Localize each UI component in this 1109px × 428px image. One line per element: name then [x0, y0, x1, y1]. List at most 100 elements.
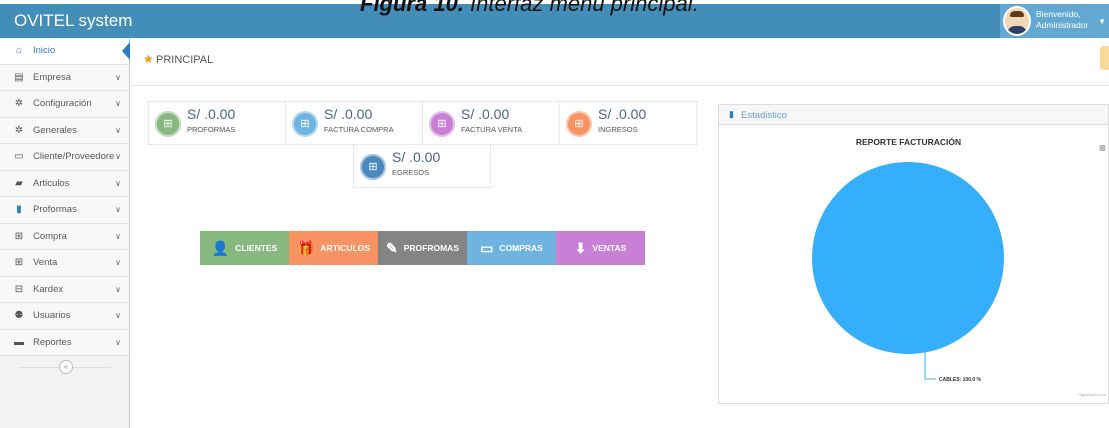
infobox-value: S/ .0.00	[187, 106, 236, 122]
gift-icon: 🎁	[296, 239, 315, 256]
chevron-down-icon: ∨	[115, 231, 121, 241]
cart-icon: ⊞	[566, 111, 592, 137]
infobox-ingresos: ⊞ S/ .0.00 INGRESOS	[559, 101, 697, 145]
gear-icon: ✲	[14, 98, 24, 110]
infobox-label: PROFORMAS	[187, 125, 236, 134]
button-label: PROFROMAS	[403, 243, 459, 253]
chevron-down-icon: ∨	[115, 311, 121, 321]
avatar	[1003, 6, 1031, 36]
file-icon: ▮	[16, 204, 22, 216]
sidebar-item-label: Generales	[33, 124, 77, 136]
cart-icon: ⊞	[360, 154, 386, 180]
sidebar-item-cliente-proveedore[interactable]: ▭ Cliente/Proveedore ∨	[0, 144, 129, 171]
sidebar-item-configuraci-n[interactable]: ✲ Configuración ∨	[0, 91, 129, 118]
collapse-icon[interactable]: «	[59, 360, 73, 374]
sidebar-item-compra[interactable]: ⊞ Compra ∨	[0, 223, 129, 250]
ventas-button[interactable]: ⬇ VENTAS	[556, 231, 645, 265]
star-icon: ★	[143, 52, 154, 66]
sidebar-item-venta[interactable]: ⊞ Venta ∨	[0, 250, 129, 277]
sidebar-item-label: Articulos	[33, 177, 70, 189]
sidebar-item-articulos[interactable]: ▰ Articulos ∨	[0, 170, 129, 197]
infobox-label: FACTURA COMPRA	[324, 125, 394, 134]
sidebar: ⌂ Inicio ▤ Empresa ∨ ✲ Configuración ∨ ✲ Generale…	[0, 38, 130, 428]
settings-toggle-button[interactable]	[1100, 46, 1109, 70]
chevron-down-icon: ∨	[115, 125, 121, 135]
chevron-down-icon: ∨	[115, 337, 121, 347]
infobox-value: S/ .0.00	[461, 106, 510, 122]
sidebar-item-label: Kardex	[33, 283, 64, 295]
user-icon: 👤	[211, 239, 230, 256]
sidebar-item-reportes[interactable]: ▬ Reportes ∨	[0, 329, 129, 356]
page-title: PRINCIPAL	[156, 54, 214, 66]
sidebar-item-label: Reportes	[33, 336, 72, 348]
sidebar-item-usuarios[interactable]: ⚉ Usuarios ∨	[0, 303, 129, 330]
sidebar-item-label: Compra	[33, 230, 67, 242]
desktop-icon: ▭	[14, 151, 24, 163]
cart-icon: ⊞	[429, 111, 455, 137]
cart-icon: ⊞	[14, 230, 24, 242]
sidebar-collapse: «	[0, 356, 129, 378]
sidebar-item-label: Usuarios	[33, 310, 71, 322]
sidebar-item-label: Cliente/Proveedore	[33, 151, 115, 163]
infobox-factura-venta: ⊞ S/ .0.00 FACTURA VENTA	[422, 101, 560, 145]
compras-button[interactable]: ▭ COMPRAS	[467, 231, 556, 265]
articulos-button[interactable]: 🎁 ARTICULOS	[289, 231, 378, 265]
sidebar-item-label: Venta	[33, 257, 58, 269]
button-label: VENTAS	[592, 243, 627, 253]
stats-widget: ▮ Estadistico REPORTE FACTURACIÓN ≡ CABL…	[718, 104, 1109, 404]
button-label: CLIENTES	[235, 243, 278, 253]
infobox-value: S/ .0.00	[324, 106, 373, 122]
infobox-factura-compra: ⊞ S/ .0.00 FACTURA COMPRA	[285, 101, 423, 145]
infobox-label: EGRESOS	[392, 168, 430, 177]
infobox-label: INGRESOS	[598, 125, 638, 134]
caret-down-icon: ▼	[1098, 17, 1106, 26]
sidebar-item-generales[interactable]: ✲ Generales ∨	[0, 117, 129, 144]
pie-data-label: CABLES: 100.0 %	[939, 377, 982, 383]
chevron-down-icon: ∨	[115, 72, 121, 82]
infobox-value: S/ .0.00	[598, 106, 647, 122]
cart-icon: ⊞	[155, 111, 181, 137]
welcome-text: Bienvenido, Administrador	[1036, 9, 1089, 30]
cogs-icon: ✲	[14, 124, 24, 136]
brand-title[interactable]: OVITEL system	[14, 11, 132, 31]
sidebar-item-label: Empresa	[33, 71, 72, 83]
chevron-down-icon: ∨	[115, 152, 121, 162]
inbox-icon: ▬	[14, 336, 24, 348]
tags-icon: ⊟	[14, 283, 24, 295]
sidebar-item-label: Configuración	[33, 98, 92, 110]
sidebar-item-empresa[interactable]: ▤ Empresa ∨	[0, 64, 129, 91]
download-icon: ⬇	[574, 239, 587, 256]
users-icon: ⚉	[14, 310, 24, 322]
infobox-egresos: ⊞ S/ .0.00 EGRESOS	[353, 144, 491, 188]
figure-caption: Figura 10. Interfaz menú principal.	[360, 0, 699, 16]
chevron-down-icon: ∨	[115, 99, 121, 109]
chevron-down-icon: ∨	[115, 178, 121, 188]
home-icon: ⌂	[15, 45, 23, 57]
infobox-value: S/ .0.00	[392, 149, 441, 165]
pie-slice[interactable]	[812, 162, 1004, 354]
button-label: ARTICULOS	[320, 243, 371, 253]
button-label: COMPRAS	[499, 243, 543, 253]
book-icon: ▰	[15, 177, 23, 189]
shortcut-buttons: 👤 CLIENTES 🎁 ARTICULOS ✎ PROFROMAS ▭ COMPRAS ⬇ VE…	[200, 231, 645, 265]
profromas-button[interactable]: ✎ PROFROMAS	[378, 231, 467, 265]
credit-card-icon: ▭	[480, 239, 494, 256]
clientes-button[interactable]: 👤 CLIENTES	[200, 231, 289, 265]
sidebar-item-label: Inicio	[33, 45, 56, 57]
cart-icon: ⊞	[14, 257, 24, 269]
data-label-connector	[924, 352, 936, 380]
sidebar-item-inicio[interactable]: ⌂ Inicio	[0, 38, 130, 65]
sidebar-item-proformas[interactable]: ▮ Proformas ∨	[0, 197, 129, 224]
chevron-down-icon: ∨	[115, 284, 121, 294]
infobox-proformas: ⊞ S/ .0.00 PROFORMAS	[148, 101, 286, 145]
chevron-down-icon: ∨	[115, 258, 121, 268]
chart-credit[interactable]: Highcharts.com	[1078, 392, 1106, 397]
sidebar-item-kardex[interactable]: ⊟ Kardex ∨	[0, 276, 129, 303]
chevron-down-icon: ∨	[115, 205, 121, 215]
infobox-label: FACTURA VENTA	[461, 125, 523, 134]
sidebar-item-label: Proformas	[33, 204, 77, 216]
user-menu[interactable]: Bienvenido, Administrador ▼	[1000, 4, 1109, 38]
pie-chart: CABLES: 100.0 %	[812, 162, 1004, 383]
breadcrumb: ★ PRINCIPAL	[131, 38, 1109, 86]
building-icon: ▤	[14, 71, 24, 83]
